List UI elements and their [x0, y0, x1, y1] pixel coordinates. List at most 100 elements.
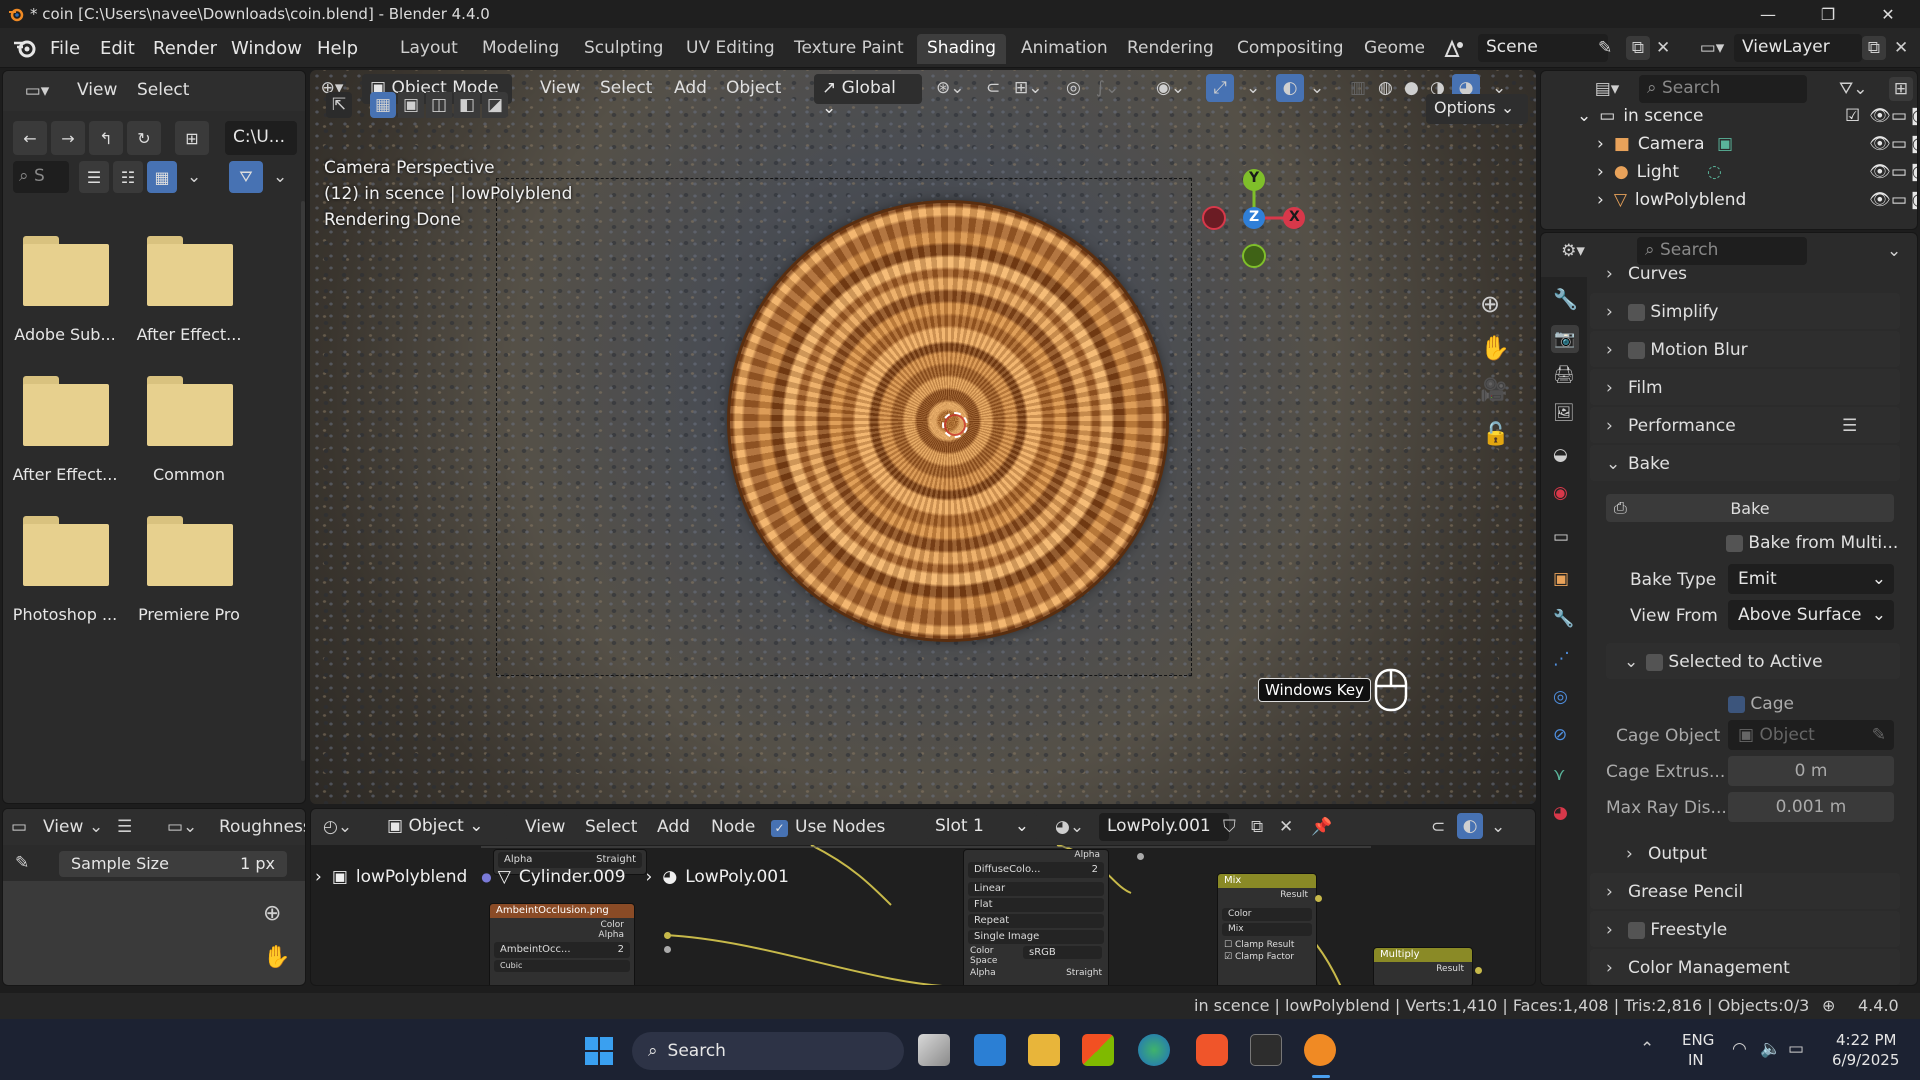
bake-type-dropdown[interactable]: Emit ⌄ [1728, 564, 1894, 594]
editor-type-icon[interactable]: ▭▾ [17, 79, 57, 103]
shader-type-dropdown[interactable]: ▣ Object ⌄ [379, 813, 507, 841]
outliner-editor-type-icon[interactable]: ▤▾ [1587, 79, 1627, 99]
file-browser-view-menu[interactable]: View [77, 80, 117, 100]
list-icon[interactable]: ☰ [1842, 416, 1857, 436]
folder-label[interactable]: Adobe Sub... [5, 325, 125, 344]
material-tab-icon[interactable]: ◕ [1553, 803, 1568, 823]
cage-extrusion-field[interactable]: 0 m [1728, 756, 1894, 786]
folder-icon[interactable] [147, 376, 233, 446]
filter-button[interactable]: ⛛ [229, 161, 263, 193]
minimize-button[interactable]: — [1740, 0, 1796, 28]
max-ray-distance-field[interactable]: 0.001 m [1728, 792, 1894, 822]
render-toggle-icon[interactable]: ◙ [1911, 134, 1917, 154]
brave-browser-icon[interactable] [1196, 1034, 1228, 1066]
view-layer-field[interactable]: ViewLayer [1734, 34, 1862, 62]
tab-uv-editing[interactable]: UV Editing [676, 34, 785, 64]
path-field[interactable]: C:\U... [225, 121, 297, 155]
folder-label[interactable]: Premiere Pro [129, 605, 249, 624]
viewport-object-menu[interactable]: Object [726, 78, 781, 98]
section-grease-pencil-label[interactable]: › Grease Pencil [1606, 882, 1743, 902]
particles-tab-icon[interactable]: ⋰ [1553, 649, 1570, 669]
modifier-tab-icon[interactable]: 🔧 [1553, 609, 1574, 629]
render-tab-icon[interactable]: 📷 [1551, 325, 1579, 353]
overlays-toggle-icon[interactable]: ◐ [1276, 74, 1304, 102]
material-browse-icon[interactable]: ◕⌄ [1055, 817, 1084, 837]
falloff-icon[interactable]: ∫⌄ [1096, 78, 1119, 98]
node-view-menu[interactable]: View [525, 817, 565, 837]
back-button[interactable]: ← [13, 121, 47, 155]
pin-icon[interactable]: 📌 [1311, 817, 1332, 837]
output-tab-icon[interactable]: 🖨 [1553, 365, 1575, 385]
result-socket[interactable] [1315, 895, 1322, 902]
folder-label[interactable]: After Effect... [129, 325, 249, 344]
pan-hand-icon[interactable]: ✋ [263, 945, 290, 970]
cage-checkbox[interactable] [1728, 695, 1745, 713]
snap-icon[interactable]: ⊂ [986, 78, 1000, 98]
chevron-down-icon[interactable]: ⌄ [89, 817, 103, 837]
visibility-eye-icon[interactable]: 👁 [1869, 162, 1891, 182]
3d-viewport[interactable]: Camera Perspective (12) in scence | lowP… [310, 70, 1536, 804]
select-tool-icon[interactable]: ⇱ [326, 92, 352, 118]
sample-size-field[interactable]: Sample Size 1 px [59, 851, 287, 877]
section-bake-label[interactable]: ⌄ Bake [1606, 454, 1670, 474]
new-collection-icon[interactable]: ⊞ [1889, 77, 1913, 101]
outliner-collection-row[interactable]: ⌄ ▭ in scence ☑ 👁 ▭ ◙ [1577, 103, 1917, 129]
node-add-menu[interactable]: Add [657, 817, 690, 837]
image-browse-icon[interactable]: ▭⌄ [167, 817, 197, 837]
tab-rendering[interactable]: Rendering [1117, 34, 1224, 64]
zoom-icon[interactable]: ⊕ [1480, 290, 1500, 318]
multiply-node[interactable]: Multiply Result [1373, 947, 1473, 985]
menu-render[interactable]: Render [153, 38, 217, 59]
maximize-button[interactable]: ❐ [1800, 0, 1856, 28]
forward-button[interactable]: → [51, 121, 85, 155]
outliner-filter-icon[interactable]: ⛛⌄ [1839, 79, 1868, 99]
terminal-icon[interactable] [1250, 1034, 1282, 1066]
select-box-invert-icon[interactable]: ◧ [454, 92, 480, 118]
slot-dropdown[interactable]: Slot 1 ⌄ [927, 813, 1037, 841]
lock-icon[interactable]: 🔓 [1482, 422, 1509, 447]
view-from-dropdown[interactable]: Above Surface ⌄ [1728, 600, 1894, 630]
mix-node[interactable]: Mix Result Color Mix ☐ Clamp Result ☑ Cl… [1217, 873, 1317, 985]
visibility-icon[interactable]: ◉⌄ [1156, 78, 1185, 98]
menu-edit[interactable]: Edit [100, 38, 135, 59]
delete-view-layer-icon[interactable]: ✕ [1894, 38, 1908, 58]
render-toggle-icon[interactable]: ◙ [1911, 106, 1917, 126]
camera-view-icon[interactable]: 🎥 [1480, 378, 1507, 403]
viewport-view-menu[interactable]: View [540, 78, 580, 98]
blender-menu-icon[interactable] [12, 37, 38, 59]
node-node-menu[interactable]: Node [711, 817, 755, 837]
vertical-list-button[interactable]: ☰ [79, 161, 109, 193]
vscode-icon[interactable] [974, 1034, 1006, 1066]
section-performance-label[interactable]: › Performance [1606, 416, 1736, 436]
clock-date[interactable]: 6/9/2025 [1832, 1051, 1899, 1069]
section-film-label[interactable]: › Film [1606, 378, 1663, 398]
visibility-eye-icon[interactable]: 👁 [1869, 190, 1891, 210]
refresh-button[interactable]: ↻ [127, 121, 161, 155]
language-code[interactable]: ENG [1682, 1031, 1714, 1049]
object-tab-icon[interactable]: ▣ [1553, 569, 1569, 589]
bake-from-multires[interactable]: Bake from Multi... [1726, 533, 1898, 553]
select-box-extend-icon[interactable]: ▣ [398, 92, 424, 118]
gizmo-toggle-icon[interactable]: ⤢ [1206, 74, 1234, 102]
wifi-icon[interactable]: ◠ [1732, 1039, 1747, 1059]
diffuse-image-selector[interactable]: DiffuseColo... 2 [968, 862, 1104, 878]
file-browser-select-menu[interactable]: Select [137, 80, 189, 100]
selected-to-active-label[interactable]: ⌄ Selected to Active [1624, 652, 1823, 672]
select-box-subtract-icon[interactable]: ◫ [426, 92, 452, 118]
scrollbar[interactable] [301, 201, 305, 761]
collection-tab-icon[interactable]: ▭ [1553, 527, 1569, 547]
subsection-output[interactable]: › Output [1626, 844, 1707, 864]
view-layer-tab-icon[interactable]: 🖼 [1553, 403, 1575, 423]
physics-tab-icon[interactable]: ◎ [1553, 687, 1568, 707]
viewport-toggle-icon[interactable]: ▭ [1891, 190, 1907, 210]
tab-geometry-nodes[interactable]: Geome [1354, 34, 1424, 64]
folder-icon[interactable] [23, 516, 109, 586]
scene-tab-icon[interactable]: ◒ [1553, 445, 1568, 465]
file-explorer-icon[interactable] [1028, 1034, 1060, 1066]
use-nodes-checkbox[interactable]: ✓ [771, 818, 788, 838]
3d-cursor-icon[interactable] [942, 412, 968, 438]
pivot-point-icon[interactable]: ⊛⌄ [936, 78, 965, 98]
close-window-button[interactable]: ✕ [1860, 0, 1916, 28]
section-motion-blur-label[interactable]: › Motion Blur [1606, 340, 1748, 360]
delete-scene-icon[interactable]: ✕ [1656, 38, 1670, 58]
